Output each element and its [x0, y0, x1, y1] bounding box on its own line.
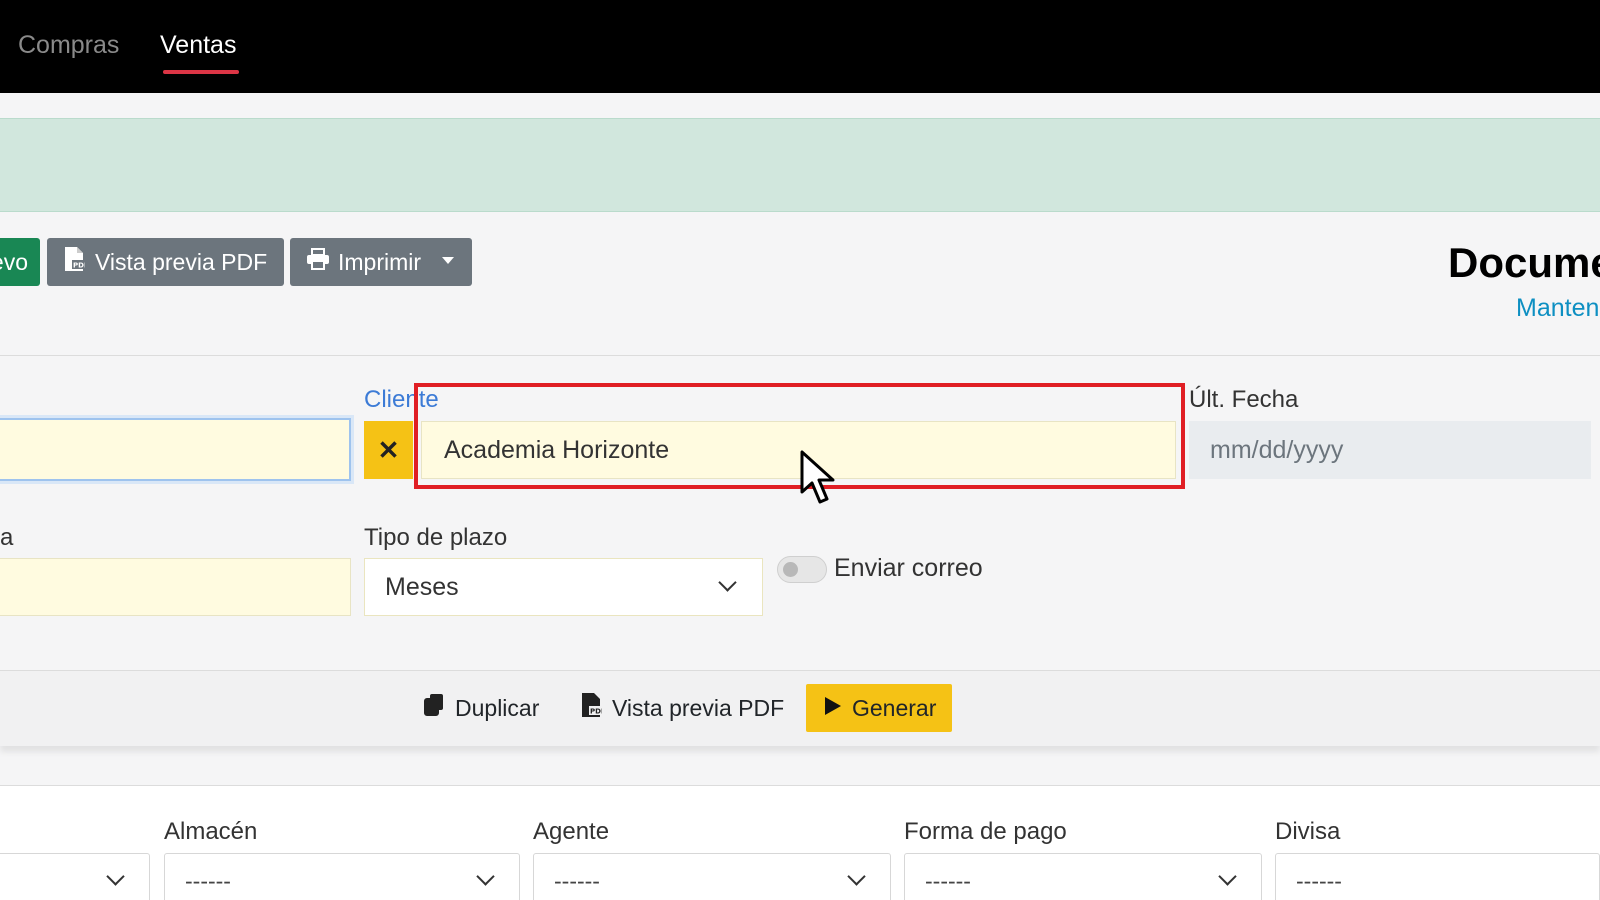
printer-icon [306, 248, 330, 276]
print-button[interactable]: Imprimir [290, 238, 472, 286]
action-pdf-label: Vista previa PDF [612, 694, 785, 721]
focused-input[interactable] [0, 418, 351, 481]
divisa-value: ------ [1296, 868, 1342, 894]
almacen-value: ------ [185, 868, 231, 894]
generate-label: Generar [852, 694, 937, 721]
enviar-correo-label: Enviar correo [834, 554, 983, 582]
duplicate-label: Duplicar [455, 694, 540, 721]
ult-fecha-label: Últ. Fecha [1189, 386, 1299, 413]
chevron-down-icon [1218, 867, 1237, 886]
chevron-down-icon [476, 867, 495, 886]
pdf-preview-button[interactable]: PDF Vista previa PDF [47, 238, 284, 286]
ult-fecha-input: mm/dd/yyyy [1189, 421, 1591, 479]
chevron-down-icon [106, 867, 125, 886]
partial-label: a [0, 524, 14, 551]
select-partial[interactable] [0, 853, 150, 900]
mouse-cursor-icon [800, 450, 842, 511]
divider [0, 355, 1600, 356]
pdf-icon: PDF [580, 692, 606, 724]
action-bar [0, 670, 1600, 746]
chevron-down-icon [847, 867, 866, 886]
toggle-knob [783, 562, 798, 577]
agente-label: Agente [533, 818, 610, 845]
cliente-value: Academia Horizonte [444, 435, 670, 464]
clear-cliente-button[interactable]: ✕ [364, 421, 413, 479]
new-button[interactable]: evo [0, 238, 40, 286]
duplicate-button[interactable]: Duplicar [423, 684, 539, 732]
almacen-label: Almacén [164, 818, 258, 845]
tipo-plazo-value: Meses [385, 572, 459, 601]
chevron-down-icon [718, 573, 737, 592]
nav-item-ventas[interactable]: Ventas [160, 31, 236, 60]
alert-banner [0, 118, 1600, 212]
chevron-down-icon[interactable] [442, 257, 454, 264]
forma-pago-label: Forma de pago [904, 818, 1067, 845]
svg-text:PDF: PDF [590, 708, 602, 716]
page-subtitle-link[interactable]: Manten [1516, 294, 1599, 323]
divisa-label: Divisa [1275, 818, 1341, 845]
pdf-icon: PDF [63, 246, 89, 278]
tipo-plazo-label: Tipo de plazo [364, 524, 508, 551]
close-icon: ✕ [377, 434, 400, 465]
page-title: Docume [1448, 239, 1600, 286]
generate-button[interactable]: Generar [806, 684, 952, 732]
forma-pago-select[interactable]: ------ [904, 853, 1262, 900]
nav-item-compras[interactable]: Compras [18, 31, 119, 60]
new-button-label: evo [0, 248, 28, 275]
active-tab-underline [163, 70, 239, 74]
top-navbar: Compras Ventas [0, 0, 1600, 93]
print-label: Imprimir [338, 248, 422, 275]
agente-select[interactable]: ------ [533, 853, 891, 900]
pdf-preview-label: Vista previa PDF [95, 248, 268, 275]
forma-pago-value: ------ [925, 868, 971, 894]
ult-fecha-placeholder: mm/dd/yyyy [1210, 435, 1344, 464]
partial-input[interactable] [0, 558, 351, 616]
play-icon [824, 695, 842, 722]
agente-value: ------ [554, 868, 600, 894]
enviar-correo-toggle[interactable] [777, 556, 827, 583]
svg-text:PDF: PDF [73, 262, 85, 270]
tipo-plazo-select[interactable]: Meses [364, 558, 763, 616]
cliente-input[interactable]: Academia Horizonte [421, 421, 1176, 479]
divisa-select[interactable]: ------ [1275, 853, 1600, 900]
almacen-select[interactable]: ------ [164, 853, 520, 900]
cliente-label: Cliente [364, 386, 439, 413]
copy-icon [423, 693, 445, 723]
action-pdf-preview-button[interactable]: PDF Vista previa PDF [580, 684, 784, 732]
